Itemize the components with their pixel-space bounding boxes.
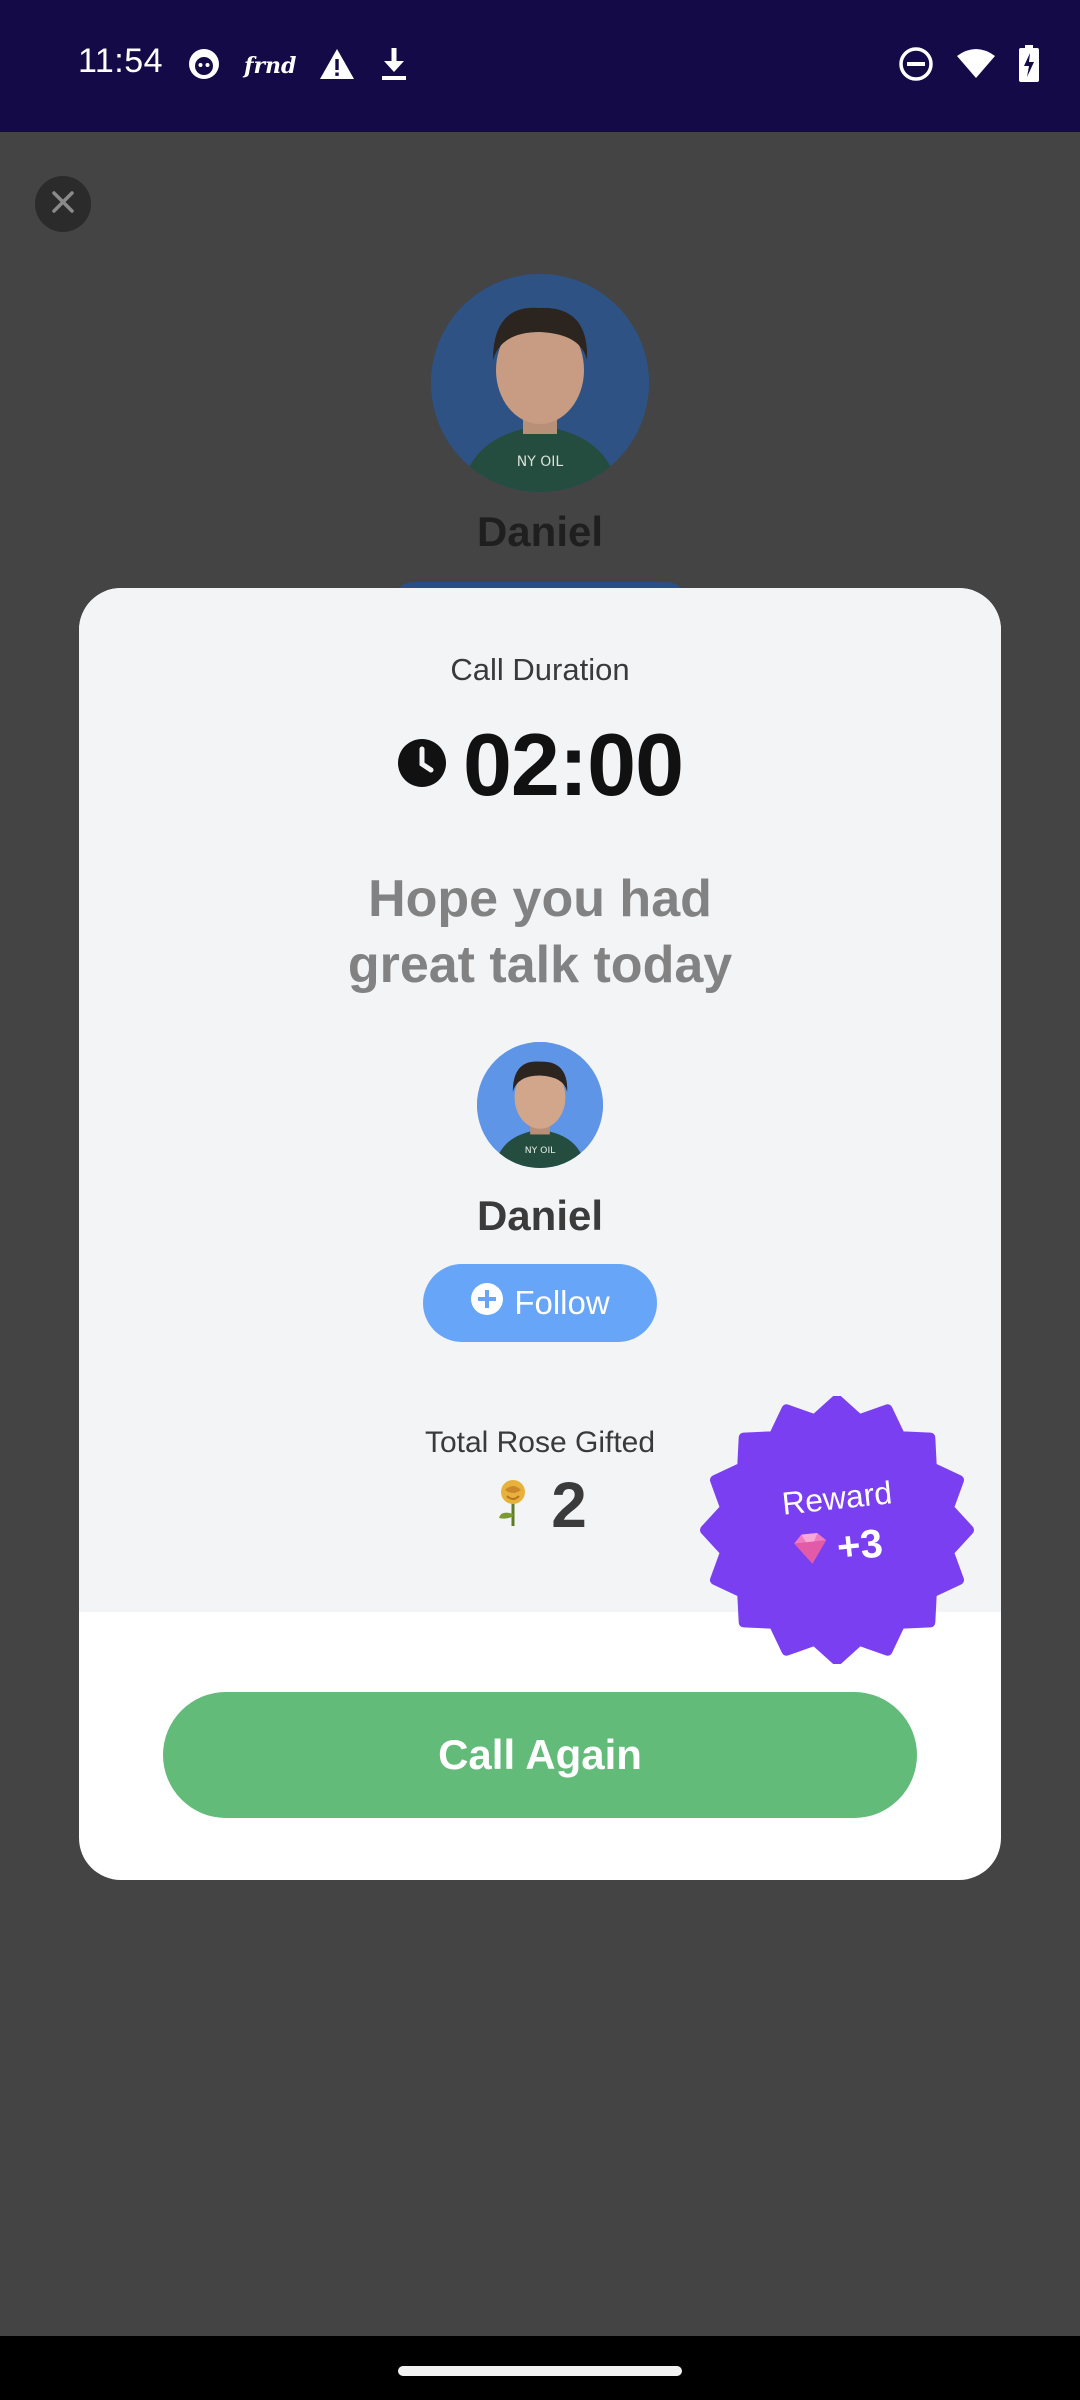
call-duration-row: 02:00 — [79, 714, 1001, 816]
reward-value: +3 — [834, 1521, 885, 1570]
avatar[interactable]: NY OIL — [477, 1042, 603, 1168]
call-duration-label: Call Duration — [450, 652, 630, 687]
battery-charging-icon — [1018, 44, 1040, 88]
gem-icon — [789, 1530, 833, 1573]
status-bar: 11:54 frnd — [0, 0, 1080, 132]
clock-icon — [397, 738, 447, 793]
rose-count: 2 — [551, 1469, 587, 1541]
call-duration-value: 02:00 — [462, 715, 684, 814]
background-avatar: NY OIL — [431, 274, 649, 492]
headline-line-2: great talk today — [347, 936, 733, 994]
follow-label: Follow — [514, 1284, 610, 1321]
wifi-icon — [956, 48, 996, 85]
close-icon — [50, 189, 76, 220]
user-name: Daniel — [476, 1192, 604, 1239]
warning-icon — [318, 47, 356, 86]
close-button[interactable] — [35, 176, 91, 232]
headline: Hope you had great talk today — [79, 866, 1001, 998]
cat-app-icon — [186, 46, 222, 87]
rose-icon — [493, 1478, 533, 1533]
home-handle[interactable] — [398, 2366, 682, 2376]
call-again-button[interactable]: Call Again — [163, 1692, 917, 1818]
status-time: 11:54 — [78, 42, 164, 80]
reward-badge[interactable]: Reward +3 — [698, 1394, 976, 1666]
download-icon — [378, 46, 410, 87]
background-name: Daniel — [476, 508, 604, 555]
follow-button[interactable]: Follow — [423, 1264, 657, 1342]
frnd-icon: frnd — [244, 53, 297, 79]
call-summary-modal: Call Duration 02:00 Hope you had great t… — [79, 588, 1001, 1880]
headline-line-1: Hope you had — [368, 870, 712, 928]
svg-text:NY OIL: NY OIL — [525, 1145, 556, 1156]
plus-circle-icon — [470, 1282, 504, 1324]
do-not-disturb-icon — [898, 46, 934, 87]
status-icons-left: frnd — [186, 46, 410, 86]
status-icons-right — [898, 44, 1040, 88]
svg-text:NY OIL: NY OIL — [517, 454, 564, 470]
